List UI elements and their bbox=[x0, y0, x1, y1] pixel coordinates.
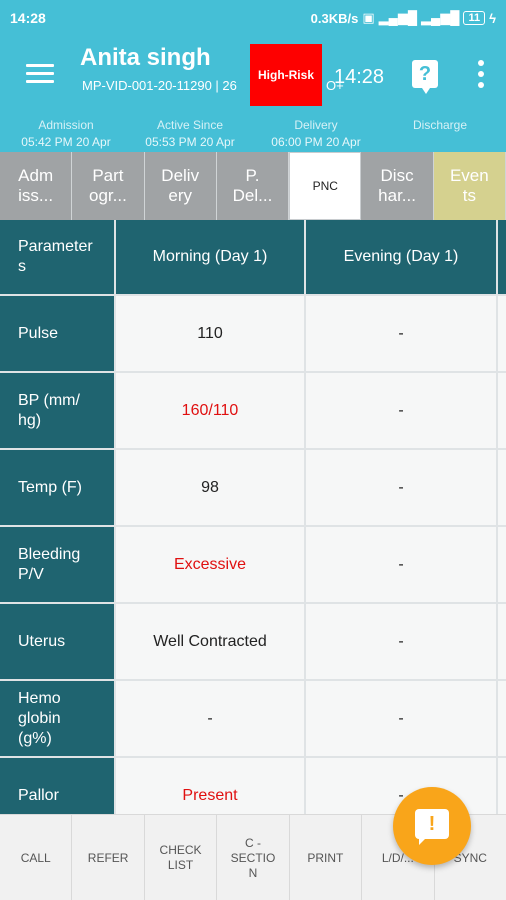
checklist-button[interactable]: CHECK LIST bbox=[145, 815, 218, 900]
discharge-date: Discharge bbox=[412, 118, 468, 132]
header-morning-day1: Morning (Day 1) bbox=[116, 220, 306, 294]
row-overflow bbox=[498, 604, 506, 679]
uterus-evening[interactable]: - bbox=[306, 604, 498, 679]
delivery-date: Delivery 06:00 PM 20 Apr bbox=[271, 118, 361, 149]
table-row: Hemo globin (g%) - - bbox=[0, 681, 506, 758]
admission-date: Admission 05:42 PM 20 Apr bbox=[21, 118, 111, 149]
param-bp: BP (mm/ hg) bbox=[0, 373, 116, 448]
table-row: Temp (F) 98 - bbox=[0, 450, 506, 527]
header-time: 14:28 bbox=[334, 66, 385, 88]
bleeding-morning[interactable]: Excessive bbox=[116, 527, 306, 602]
param-temp: Temp (F) bbox=[0, 450, 116, 525]
tab-delivery[interactable]: Deliv ery bbox=[144, 152, 217, 220]
more-options-icon[interactable] bbox=[478, 60, 486, 94]
table-header-row: Parameter s Morning (Day 1) Evening (Day… bbox=[0, 220, 506, 296]
alert-fab-button[interactable]: ! bbox=[393, 787, 471, 865]
table-row: Pulse 110 - bbox=[0, 296, 506, 373]
tab-admission[interactable]: Adm iss... bbox=[0, 152, 73, 220]
patient-name: Anita singh bbox=[80, 44, 211, 71]
alert-message-icon: ! bbox=[415, 809, 449, 845]
hemoglobin-evening[interactable]: - bbox=[306, 681, 498, 756]
bp-evening[interactable]: - bbox=[306, 373, 498, 448]
charging-icon: ϟ bbox=[489, 10, 496, 26]
bp-morning[interactable]: 160/110 bbox=[116, 373, 306, 448]
header-evening-day1: Evening (Day 1) bbox=[306, 220, 498, 294]
app-header: Anita singh MP-VID-001-20-11290 | 26 O+ … bbox=[0, 36, 506, 112]
network-speed: 0.3KB/s bbox=[310, 10, 359, 26]
table-row: Uterus Well Contracted - bbox=[0, 604, 506, 681]
uterus-morning[interactable]: Well Contracted bbox=[116, 604, 306, 679]
print-button[interactable]: PRINT bbox=[290, 815, 363, 900]
tab-partograph[interactable]: Part ogr... bbox=[72, 152, 145, 220]
header-overflow bbox=[498, 220, 506, 294]
table-row: Bleeding P/V Excessive - bbox=[0, 527, 506, 604]
pnc-parameters-table: Parameter s Morning (Day 1) Evening (Day… bbox=[0, 220, 506, 835]
high-risk-badge: High-Risk bbox=[250, 44, 322, 106]
pulse-morning[interactable]: 110 bbox=[116, 296, 306, 371]
tab-pnc[interactable]: PNC bbox=[289, 152, 362, 220]
header-parameters: Parameter s bbox=[0, 220, 116, 294]
tab-events[interactable]: Even ts bbox=[433, 152, 506, 220]
data-saver-icon: ▣ bbox=[362, 10, 375, 25]
hamburger-menu-icon[interactable] bbox=[26, 64, 54, 84]
status-icons: 0.3KB/s ▣ ▂▄▆█ ▂▄▆█ 11 ϟ bbox=[311, 10, 496, 26]
hemoglobin-morning[interactable]: - bbox=[116, 681, 306, 756]
pulse-evening[interactable]: - bbox=[306, 296, 498, 371]
active-since-date: Active Since 05:53 PM 20 Apr bbox=[145, 118, 235, 149]
tab-discharge[interactable]: Disc har... bbox=[361, 152, 434, 220]
row-overflow bbox=[498, 527, 506, 602]
c-section-button[interactable]: C - SECTIO N bbox=[217, 815, 290, 900]
temp-evening[interactable]: - bbox=[306, 450, 498, 525]
help-icon[interactable]: ? bbox=[412, 60, 438, 94]
row-overflow bbox=[498, 296, 506, 371]
section-tabs: Adm iss... Part ogr... Deliv ery P. Del.… bbox=[0, 152, 506, 220]
row-overflow bbox=[498, 681, 506, 756]
param-pulse: Pulse bbox=[0, 296, 116, 371]
tab-post-delivery[interactable]: P. Del... bbox=[216, 152, 290, 220]
row-overflow bbox=[498, 450, 506, 525]
patient-id: MP-VID-001-20-11290 | 26 bbox=[82, 78, 237, 93]
table-row: BP (mm/ hg) 160/110 - bbox=[0, 373, 506, 450]
battery-icon: 11 bbox=[463, 11, 486, 25]
row-overflow bbox=[498, 373, 506, 448]
refer-button[interactable]: REFER bbox=[72, 815, 145, 900]
param-bleeding: Bleeding P/V bbox=[0, 527, 116, 602]
bleeding-evening[interactable]: - bbox=[306, 527, 498, 602]
param-hemoglobin: Hemo globin (g%) bbox=[0, 681, 116, 756]
call-button[interactable]: CALL bbox=[0, 815, 73, 900]
temp-morning[interactable]: 98 bbox=[116, 450, 306, 525]
signal-icon: ▂▄▆█ bbox=[421, 10, 460, 25]
status-time: 14:28 bbox=[10, 10, 46, 26]
signal-4g-icon: ▂▄▆█ bbox=[378, 10, 418, 25]
status-bar: 14:28 0.3KB/s ▣ ▂▄▆█ ▂▄▆█ 11 ϟ bbox=[0, 0, 506, 36]
param-uterus: Uterus bbox=[0, 604, 116, 679]
